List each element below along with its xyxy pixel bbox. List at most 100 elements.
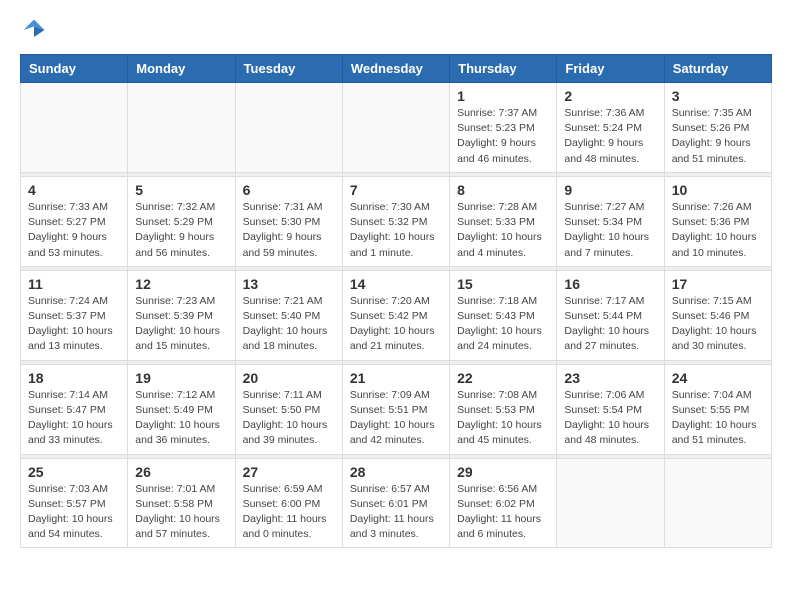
calendar-header-wednesday: Wednesday — [342, 55, 449, 83]
calendar-cell — [21, 83, 128, 173]
day-number: 26 — [135, 464, 227, 480]
calendar-cell — [235, 83, 342, 173]
day-info: Sunrise: 7:23 AM Sunset: 5:39 PM Dayligh… — [135, 294, 227, 355]
day-number: 18 — [28, 370, 120, 386]
day-number: 14 — [350, 276, 442, 292]
calendar-header-thursday: Thursday — [450, 55, 557, 83]
day-number: 1 — [457, 88, 549, 104]
calendar-cell: 20 Sunrise: 7:11 AM Sunset: 5:50 PM Dayli… — [235, 364, 342, 454]
calendar-cell: 11Sunrise: 7:24 AM Sunset: 5:37 PM Dayli… — [21, 270, 128, 360]
day-number: 24 — [672, 370, 764, 386]
day-number: 27 — [243, 464, 335, 480]
calendar-cell: 6Sunrise: 7:31 AM Sunset: 5:30 PM Daylig… — [235, 176, 342, 266]
calendar-cell: 23 Sunrise: 7:06 AM Sunset: 5:54 PM Dayli… — [557, 364, 664, 454]
day-number: 9 — [564, 182, 656, 198]
day-info: Sunrise: 7:09 AM Sunset: 5:51 PM Dayligh… — [350, 388, 442, 449]
calendar-table: SundayMondayTuesdayWednesdayThursdayFrid… — [20, 54, 772, 548]
logo — [20, 16, 52, 44]
day-info: Sunrise: 7:12 AM Sunset: 5:49 PM Dayligh… — [135, 388, 227, 449]
day-info: Sunrise: 7:30 AM Sunset: 5:32 PM Dayligh… — [350, 200, 442, 261]
day-info: Sunrise: 7:18 AM Sunset: 5:43 PM Dayligh… — [457, 294, 549, 355]
calendar-cell: 29 Sunrise: 6:56 AM Sunset: 6:02 PM Dayli… — [450, 458, 557, 548]
day-info: Sunrise: 7:21 AM Sunset: 5:40 PM Dayligh… — [243, 294, 335, 355]
day-info: Sunrise: 7:06 AM Sunset: 5:54 PM Dayligh… — [564, 388, 656, 449]
calendar-cell: 28 Sunrise: 6:57 AM Sunset: 6:01 PM Dayli… — [342, 458, 449, 548]
day-number: 8 — [457, 182, 549, 198]
day-info: Sunrise: 7:03 AM Sunset: 5:57 PM Dayligh… — [28, 482, 120, 543]
day-number: 7 — [350, 182, 442, 198]
calendar-cell — [128, 83, 235, 173]
calendar-cell: 27 Sunrise: 6:59 AM Sunset: 6:00 PM Dayli… — [235, 458, 342, 548]
calendar-week-row: 1 Sunrise: 7:37 AM Sunset: 5:23 PM Daylig… — [21, 83, 772, 173]
calendar-header-tuesday: Tuesday — [235, 55, 342, 83]
calendar-cell: 2Sunrise: 7:36 AM Sunset: 5:24 PM Daylig… — [557, 83, 664, 173]
day-number: 15 — [457, 276, 549, 292]
day-info: Sunrise: 7:15 AM Sunset: 5:46 PM Dayligh… — [672, 294, 764, 355]
calendar-week-row: 4 Sunrise: 7:33 AM Sunset: 5:27 PM Daylig… — [21, 176, 772, 266]
day-number: 17 — [672, 276, 764, 292]
calendar-header-saturday: Saturday — [664, 55, 771, 83]
day-info: Sunrise: 7:33 AM Sunset: 5:27 PM Dayligh… — [28, 200, 120, 261]
day-info: Sunrise: 7:24 AM Sunset: 5:37 PM Dayligh… — [28, 294, 120, 355]
calendar-header-friday: Friday — [557, 55, 664, 83]
calendar-cell: 3 Sunrise: 7:35 AM Sunset: 5:26 PM Daylig… — [664, 83, 771, 173]
calendar-cell: 9 Sunrise: 7:27 AM Sunset: 5:34 PM Daylig… — [557, 176, 664, 266]
calendar-cell: 13 Sunrise: 7:21 AM Sunset: 5:40 PM Dayli… — [235, 270, 342, 360]
calendar-header-row: SundayMondayTuesdayWednesdayThursdayFrid… — [21, 55, 772, 83]
day-info: Sunrise: 7:01 AM Sunset: 5:58 PM Dayligh… — [135, 482, 227, 543]
calendar-cell: 5Sunrise: 7:32 AM Sunset: 5:29 PM Daylig… — [128, 176, 235, 266]
day-info: Sunrise: 6:56 AM Sunset: 6:02 PM Dayligh… — [457, 482, 549, 543]
calendar-cell: 21Sunrise: 7:09 AM Sunset: 5:51 PM Dayli… — [342, 364, 449, 454]
day-number: 29 — [457, 464, 549, 480]
day-info: Sunrise: 7:31 AM Sunset: 5:30 PM Dayligh… — [243, 200, 335, 261]
calendar-cell: 24 Sunrise: 7:04 AM Sunset: 5:55 PM Dayli… — [664, 364, 771, 454]
calendar-cell — [664, 458, 771, 548]
day-number: 3 — [672, 88, 764, 104]
day-number: 22 — [457, 370, 549, 386]
calendar-cell — [342, 83, 449, 173]
day-info: Sunrise: 7:35 AM Sunset: 5:26 PM Dayligh… — [672, 106, 764, 167]
day-info: Sunrise: 6:59 AM Sunset: 6:00 PM Dayligh… — [243, 482, 335, 543]
day-number: 5 — [135, 182, 227, 198]
calendar-cell: 8 Sunrise: 7:28 AM Sunset: 5:33 PM Daylig… — [450, 176, 557, 266]
calendar-cell: 17 Sunrise: 7:15 AM Sunset: 5:46 PM Dayli… — [664, 270, 771, 360]
day-number: 25 — [28, 464, 120, 480]
day-info: Sunrise: 7:04 AM Sunset: 5:55 PM Dayligh… — [672, 388, 764, 449]
day-info: Sunrise: 7:14 AM Sunset: 5:47 PM Dayligh… — [28, 388, 120, 449]
day-number: 2 — [564, 88, 656, 104]
calendar-cell: 10 Sunrise: 7:26 AM Sunset: 5:36 PM Dayli… — [664, 176, 771, 266]
day-info: Sunrise: 7:08 AM Sunset: 5:53 PM Dayligh… — [457, 388, 549, 449]
day-number: 12 — [135, 276, 227, 292]
day-number: 20 — [243, 370, 335, 386]
calendar-header-sunday: Sunday — [21, 55, 128, 83]
day-number: 23 — [564, 370, 656, 386]
calendar-week-row: 11Sunrise: 7:24 AM Sunset: 5:37 PM Dayli… — [21, 270, 772, 360]
day-info: Sunrise: 7:11 AM Sunset: 5:50 PM Dayligh… — [243, 388, 335, 449]
calendar-cell: 22 Sunrise: 7:08 AM Sunset: 5:53 PM Dayli… — [450, 364, 557, 454]
day-number: 13 — [243, 276, 335, 292]
page-header — [20, 16, 772, 44]
calendar-cell: 19 Sunrise: 7:12 AM Sunset: 5:49 PM Dayli… — [128, 364, 235, 454]
day-number: 4 — [28, 182, 120, 198]
day-info: Sunrise: 6:57 AM Sunset: 6:01 PM Dayligh… — [350, 482, 442, 543]
day-info: Sunrise: 7:37 AM Sunset: 5:23 PM Dayligh… — [457, 106, 549, 167]
day-number: 19 — [135, 370, 227, 386]
day-info: Sunrise: 7:27 AM Sunset: 5:34 PM Dayligh… — [564, 200, 656, 261]
calendar-cell: 16Sunrise: 7:17 AM Sunset: 5:44 PM Dayli… — [557, 270, 664, 360]
day-info: Sunrise: 7:20 AM Sunset: 5:42 PM Dayligh… — [350, 294, 442, 355]
calendar-week-row: 25 Sunrise: 7:03 AM Sunset: 5:57 PM Dayli… — [21, 458, 772, 548]
calendar-cell: 26 Sunrise: 7:01 AM Sunset: 5:58 PM Dayli… — [128, 458, 235, 548]
day-number: 10 — [672, 182, 764, 198]
day-number: 28 — [350, 464, 442, 480]
logo-icon — [20, 16, 48, 44]
calendar-cell: 4 Sunrise: 7:33 AM Sunset: 5:27 PM Daylig… — [21, 176, 128, 266]
calendar-header-monday: Monday — [128, 55, 235, 83]
calendar-cell: 15 Sunrise: 7:18 AM Sunset: 5:43 PM Dayli… — [450, 270, 557, 360]
day-info: Sunrise: 7:17 AM Sunset: 5:44 PM Dayligh… — [564, 294, 656, 355]
calendar-cell: 18 Sunrise: 7:14 AM Sunset: 5:47 PM Dayli… — [21, 364, 128, 454]
calendar-week-row: 18 Sunrise: 7:14 AM Sunset: 5:47 PM Dayli… — [21, 364, 772, 454]
day-info: Sunrise: 7:28 AM Sunset: 5:33 PM Dayligh… — [457, 200, 549, 261]
calendar-cell: 25 Sunrise: 7:03 AM Sunset: 5:57 PM Dayli… — [21, 458, 128, 548]
day-info: Sunrise: 7:26 AM Sunset: 5:36 PM Dayligh… — [672, 200, 764, 261]
calendar-cell — [557, 458, 664, 548]
